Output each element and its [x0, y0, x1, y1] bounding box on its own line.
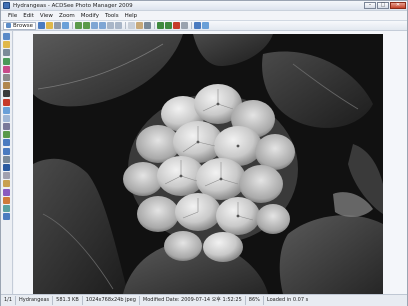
- menu-modify[interactable]: Modify: [81, 13, 99, 19]
- special-fx-icon[interactable]: [3, 188, 10, 196]
- open-icon[interactable]: [46, 22, 54, 29]
- email-icon[interactable]: [62, 22, 70, 29]
- properties-icon[interactable]: [194, 22, 202, 29]
- rotate-right-icon[interactable]: [83, 22, 91, 29]
- menu-bar: File Edit View Zoom Modify Tools Help: [1, 11, 407, 20]
- status-load-time: Loaded in 0.07 s: [266, 297, 309, 303]
- vignette-icon[interactable]: [3, 180, 10, 188]
- select-icon[interactable]: [128, 22, 136, 29]
- toolbar-separator: [191, 22, 193, 29]
- crop-tool-icon[interactable]: [3, 155, 10, 163]
- color-balance-icon[interactable]: [3, 65, 10, 73]
- text-icon[interactable]: [3, 164, 10, 171]
- maximize-button[interactable]: □: [377, 2, 389, 9]
- browse-icon: [6, 23, 11, 28]
- curves-icon[interactable]: [3, 57, 10, 65]
- close-button[interactable]: ✕: [390, 2, 406, 9]
- toolbar-separator: [125, 22, 127, 29]
- status-filesize: 581.3 KB: [53, 296, 83, 305]
- flip-icon[interactable]: [3, 147, 10, 155]
- actual-size-icon[interactable]: [115, 22, 123, 29]
- status-bar: 1/1 Hydrangeas 581.3 KB 1024x768x24b jpe…: [1, 294, 407, 306]
- edit-tools-panel: [1, 31, 13, 294]
- menu-edit[interactable]: Edit: [23, 13, 34, 19]
- noise-icon[interactable]: [3, 123, 10, 131]
- toolbar-separator: [154, 22, 156, 29]
- border-icon[interactable]: [3, 172, 10, 180]
- window-controls: – □ ✕: [363, 2, 406, 9]
- history-icon[interactable]: [3, 33, 10, 40]
- minimize-button[interactable]: –: [364, 2, 376, 9]
- status-dimensions: 1024x768x24b jpeg: [83, 296, 140, 305]
- browse-button[interactable]: Browse: [3, 21, 37, 30]
- status-filename: Hydrangeas: [16, 296, 54, 305]
- browse-label: Browse: [13, 22, 34, 29]
- blur-icon[interactable]: [3, 114, 10, 122]
- previous-icon[interactable]: [157, 22, 165, 29]
- fit-icon[interactable]: [107, 22, 115, 29]
- clone-icon[interactable]: [3, 204, 10, 212]
- negative-icon[interactable]: [3, 90, 10, 98]
- window-title: Hydrangeas - ACDSee Photo Manager 2009: [13, 2, 133, 9]
- delete-icon[interactable]: [173, 22, 181, 29]
- toolbar-separator: [72, 22, 74, 29]
- draw-icon[interactable]: [3, 196, 10, 204]
- toolbar: Browse: [1, 20, 407, 31]
- status-zoom[interactable]: 86%: [246, 296, 264, 305]
- print-icon[interactable]: [54, 22, 62, 29]
- save-icon[interactable]: [38, 22, 46, 29]
- photo-image: [33, 34, 383, 294]
- status-modified-date: Modified Date: 2009-07-14 오후 1:52:25: [140, 296, 246, 305]
- rotate-left-icon[interactable]: [75, 22, 83, 29]
- edit-icon[interactable]: [3, 213, 10, 221]
- app-window: Hydrangeas - ACDSee Photo Manager 2009 –…: [0, 0, 408, 306]
- zoom-out-icon[interactable]: [99, 22, 107, 29]
- sepia-icon[interactable]: [3, 82, 10, 90]
- menu-view[interactable]: View: [40, 13, 53, 19]
- status-index: 1/1: [1, 296, 17, 305]
- menu-zoom[interactable]: Zoom: [59, 13, 75, 19]
- menu-help[interactable]: Help: [125, 13, 138, 19]
- red-eye-icon[interactable]: [3, 98, 10, 106]
- help-icon[interactable]: [202, 22, 210, 29]
- zoom-in-icon[interactable]: [91, 22, 99, 29]
- close-image-icon[interactable]: [181, 22, 189, 29]
- exposure-icon[interactable]: [3, 41, 10, 49]
- menu-file[interactable]: File: [8, 13, 17, 19]
- levels-icon[interactable]: [3, 49, 10, 57]
- grayscale-icon[interactable]: [3, 73, 10, 81]
- hand-icon[interactable]: [136, 22, 144, 29]
- menu-tools[interactable]: Tools: [105, 13, 119, 19]
- app-icon: [3, 2, 10, 9]
- title-bar[interactable]: Hydrangeas - ACDSee Photo Manager 2009 –…: [1, 1, 407, 11]
- next-icon[interactable]: [165, 22, 173, 29]
- rotate-icon[interactable]: [3, 139, 10, 147]
- photo-hydrangeas[interactable]: [33, 34, 383, 294]
- image-viewer[interactable]: [14, 31, 407, 294]
- sharpen-icon[interactable]: [3, 106, 10, 114]
- crop-icon[interactable]: [144, 22, 152, 29]
- resize-icon[interactable]: [3, 131, 10, 139]
